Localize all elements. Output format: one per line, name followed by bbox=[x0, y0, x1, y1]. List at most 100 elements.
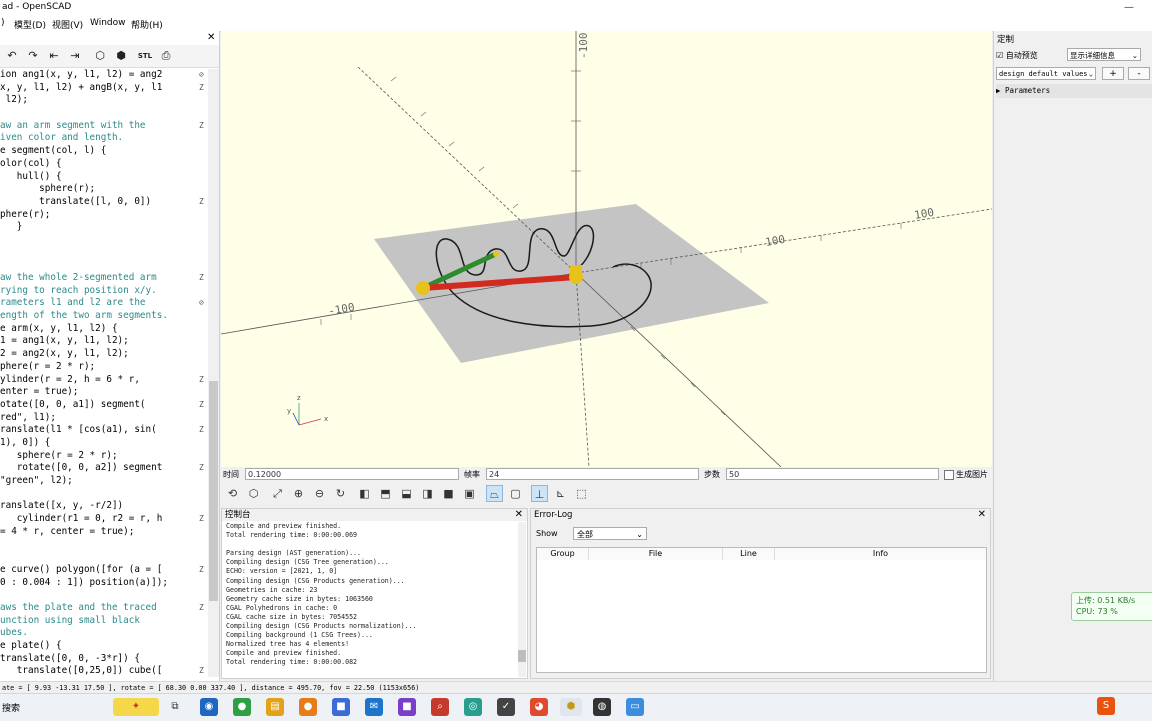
code-line[interactable]: rotate([0, 0, a2]) segment Z bbox=[0, 462, 208, 475]
code-line[interactable]: hull() { bbox=[0, 171, 208, 184]
zoom-out-icon[interactable]: ⊖ bbox=[311, 485, 328, 502]
view-back-icon[interactable]: ▣ bbox=[461, 485, 478, 502]
code-line[interactable]: phere(r); bbox=[0, 209, 208, 222]
code-line[interactable]: cylinder(r1 = 0, r2 = r, h Z bbox=[0, 513, 208, 526]
fold-marker-icon[interactable]: Z bbox=[199, 424, 204, 437]
code-line[interactable]: ength of the two arm segments. bbox=[0, 310, 208, 323]
task-view-icon[interactable]: ⧉ bbox=[166, 698, 184, 716]
code-line[interactable]: translate([0, 0, -3*r]) { bbox=[0, 653, 208, 666]
code-line[interactable]: unction using small black bbox=[0, 615, 208, 628]
fold-marker-icon[interactable]: ⊘ bbox=[199, 69, 204, 82]
redo-icon[interactable]: ↷ bbox=[25, 48, 41, 64]
column-header-group[interactable]: Group bbox=[537, 548, 589, 560]
menu-item-window[interactable]: Window bbox=[90, 18, 126, 28]
code-line[interactable] bbox=[0, 589, 208, 602]
code-line[interactable]: e arm(x, y, l1, l2) { bbox=[0, 323, 208, 336]
auto-preview-checkbox[interactable]: ☑ 自动预览 bbox=[996, 50, 1038, 61]
close-icon[interactable]: ✕ bbox=[515, 509, 523, 521]
fold-marker-icon[interactable]: Z bbox=[199, 665, 204, 677]
code-line[interactable]: otate([0, 0, a1]) segment(Z bbox=[0, 399, 208, 412]
console-scrollbar[interactable] bbox=[518, 522, 526, 677]
menu-item-design[interactable]: 模型(D) bbox=[14, 18, 46, 31]
column-header-file[interactable]: File bbox=[589, 548, 723, 560]
perspective-icon[interactable]: ⏢ bbox=[486, 485, 503, 502]
taskbar-logo-icon[interactable]: ✦ bbox=[113, 698, 159, 716]
show-scale-icon[interactable]: ⊾ bbox=[552, 485, 569, 502]
add-preset-button[interactable]: + bbox=[1102, 67, 1124, 80]
preview-icon[interactable]: ⟲ bbox=[224, 485, 241, 502]
app-teal-icon[interactable]: ◎ bbox=[464, 698, 482, 716]
close-icon[interactable]: ✕ bbox=[978, 509, 986, 521]
code-line[interactable]: } bbox=[0, 221, 208, 234]
chrome-icon[interactable]: ◕ bbox=[530, 698, 548, 716]
reset-view-icon[interactable]: ↻ bbox=[332, 485, 349, 502]
show-axes-icon[interactable]: ⊥ bbox=[531, 485, 548, 502]
code-line[interactable]: olor(col) { bbox=[0, 158, 208, 171]
show-filter-select[interactable]: 全部 ⌄ bbox=[573, 527, 647, 540]
menu-item-help[interactable]: 帮助(H) bbox=[131, 18, 163, 31]
undo-icon[interactable]: ↶ bbox=[4, 48, 20, 64]
code-editor[interactable]: ion ang1(x, y, l1, l2) = ang2 ⊘ x, y, l1,… bbox=[0, 69, 208, 677]
fold-marker-icon[interactable]: Z bbox=[199, 120, 204, 133]
fold-marker-icon[interactable]: Z bbox=[199, 462, 204, 475]
code-line[interactable]: rying to reach position x/y. bbox=[0, 285, 208, 298]
code-line[interactable]: iven color and length. bbox=[0, 132, 208, 145]
file-explorer-icon[interactable]: ▤ bbox=[266, 698, 284, 716]
unindent-icon[interactable]: ⇤ bbox=[46, 48, 62, 64]
code-line[interactable]: aw an arm segment with the Z bbox=[0, 120, 208, 133]
preview-icon[interactable]: ⬡ bbox=[92, 48, 108, 64]
code-line[interactable]: translate([l, 0, 0]) Z bbox=[0, 196, 208, 209]
code-line[interactable]: ranslate(l1 * [cos(a1), sin(Z bbox=[0, 424, 208, 437]
code-line[interactable]: ion ang1(x, y, l1, l2) = ang2 ⊘ bbox=[0, 69, 208, 82]
code-line[interactable]: e plate() { bbox=[0, 640, 208, 653]
fold-marker-icon[interactable]: Z bbox=[199, 272, 204, 285]
steps-input[interactable]: 50 bbox=[726, 468, 939, 480]
code-line[interactable] bbox=[0, 259, 208, 272]
remove-preset-button[interactable]: - bbox=[1128, 67, 1150, 80]
time-input[interactable]: 0.12000 bbox=[245, 468, 459, 480]
zoom-in-icon[interactable]: ⊕ bbox=[290, 485, 307, 502]
openscad-icon[interactable]: ⬢ bbox=[560, 698, 582, 716]
code-line[interactable] bbox=[0, 551, 208, 564]
column-header-line[interactable]: Line bbox=[723, 548, 775, 560]
export-stl-icon[interactable]: STL bbox=[137, 48, 153, 64]
parameters-group[interactable]: ▶ Parameters bbox=[996, 84, 1152, 98]
taskbar-search[interactable]: 搜索 bbox=[2, 701, 20, 714]
app-dark-icon[interactable]: ✓ bbox=[497, 698, 515, 716]
3d-viewport[interactable]: -100 100 100 -100 z x y bbox=[221, 31, 992, 467]
code-line[interactable]: "green", l2); bbox=[0, 475, 208, 488]
editor-scroll-thumb[interactable] bbox=[209, 381, 218, 601]
fold-marker-icon[interactable]: Z bbox=[199, 564, 204, 577]
fold-marker-icon[interactable]: ⊘ bbox=[199, 297, 204, 310]
detail-select[interactable]: 显示详细信息 ⌄ bbox=[1067, 48, 1141, 61]
code-line[interactable]: l2); bbox=[0, 94, 208, 107]
code-line[interactable]: 2 = ang2(x, y, l1, l2); bbox=[0, 348, 208, 361]
menu-item-view[interactable]: 视图(V) bbox=[52, 18, 83, 31]
fold-marker-icon[interactable]: Z bbox=[199, 374, 204, 387]
fold-marker-icon[interactable]: Z bbox=[199, 399, 204, 412]
send-to-print-icon[interactable]: ⎙ bbox=[158, 48, 174, 64]
code-line[interactable]: 1), 0]) { bbox=[0, 437, 208, 450]
code-line[interactable]: 1 = ang1(x, y, l1, l2); bbox=[0, 335, 208, 348]
app-black-icon[interactable]: ◍ bbox=[593, 698, 611, 716]
view-top-icon[interactable]: ⬒ bbox=[377, 485, 394, 502]
show-edges-icon[interactable]: ⬚ bbox=[573, 485, 590, 502]
view-front-icon[interactable]: ■ bbox=[440, 485, 457, 502]
ime-icon[interactable]: S bbox=[1097, 697, 1115, 715]
code-line[interactable]: ranslate([x, y, -r/2]) bbox=[0, 500, 208, 513]
code-line[interactable]: e segment(col, l) { bbox=[0, 145, 208, 158]
code-line[interactable]: enter = true); bbox=[0, 386, 208, 399]
app-blue-icon[interactable]: ■ bbox=[332, 698, 350, 716]
code-line[interactable]: ubes. bbox=[0, 627, 208, 640]
search-app-icon[interactable]: ⌕ bbox=[431, 698, 449, 716]
indent-icon[interactable]: ⇥ bbox=[67, 48, 83, 64]
code-line[interactable]: aw the whole 2-segmented arm Z bbox=[0, 272, 208, 285]
console-scroll-thumb[interactable] bbox=[518, 650, 526, 662]
orthogonal-icon[interactable]: ▢ bbox=[507, 485, 524, 502]
browser-icon[interactable]: ◉ bbox=[200, 698, 218, 716]
render-icon[interactable]: ⬢ bbox=[113, 48, 129, 64]
code-line[interactable]: rameters l1 and l2 are the ⊘ bbox=[0, 297, 208, 310]
column-header-info[interactable]: Info bbox=[775, 548, 986, 560]
view-right-icon[interactable]: ◧ bbox=[356, 485, 373, 502]
code-line[interactable]: ylinder(r = 2, h = 6 * r, Z bbox=[0, 374, 208, 387]
